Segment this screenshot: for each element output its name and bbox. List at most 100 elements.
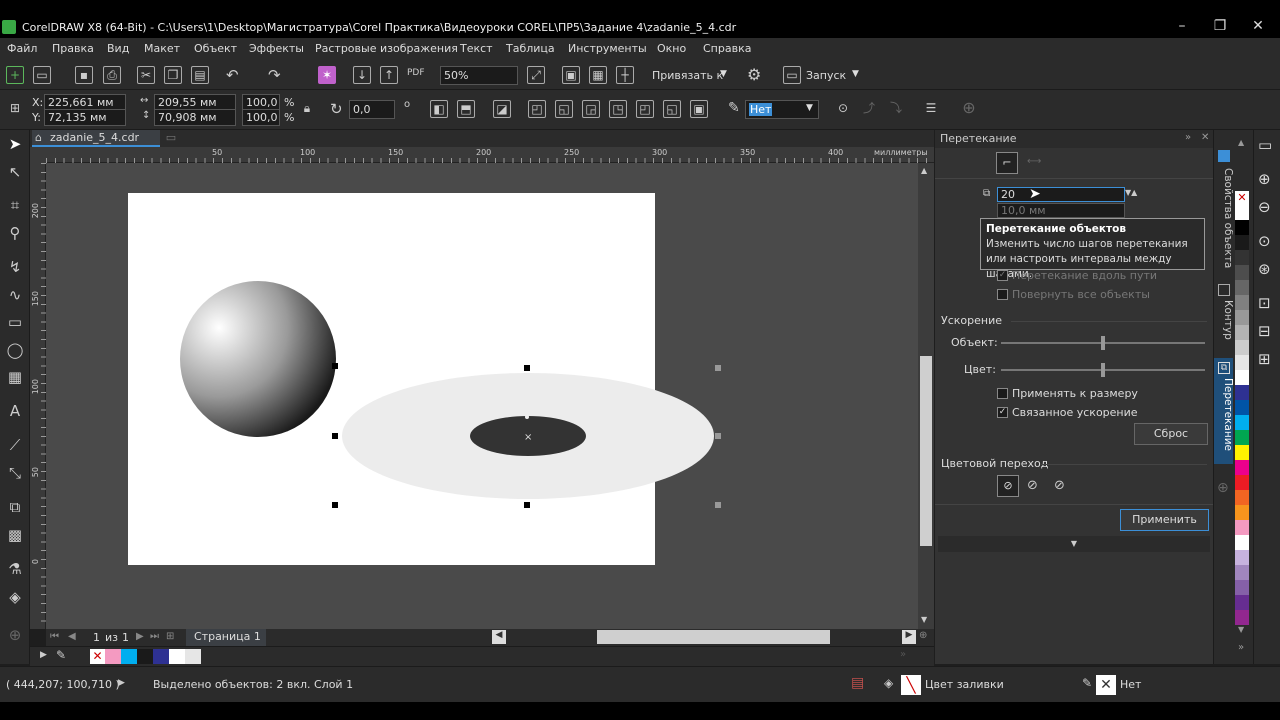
vertical-ruler[interactable]: 200 150 100 50 0 [30,163,46,629]
palette-swatch[interactable] [1235,205,1249,220]
no-color-swatch[interactable]: ✕ [90,649,105,664]
scroll-left-icon[interactable]: ◀ [492,630,506,644]
ellipse-tool-icon[interactable]: ◯ [5,340,25,360]
tab-document[interactable]: ⌂ zadanie_5_4.cdr [32,130,160,147]
menu-bitmaps[interactable]: Растровые изображения [315,42,458,55]
page-tab[interactable]: Страница 1 [186,629,266,646]
menu-file[interactable]: Файл [7,42,37,55]
wrap-text-icon[interactable]: ⊙ [834,100,852,118]
connector-tool-icon[interactable]: ⤡ [5,463,25,483]
selection-handle[interactable] [332,502,338,508]
docker-close-icon[interactable]: ✕ [1201,132,1209,143]
y-position-field[interactable]: 72,135 мм [44,109,126,126]
linked-accel-checkbox[interactable]: ✓ [997,407,1008,418]
new-tab-icon[interactable]: ▭ [164,131,178,145]
launch-chevron-down-icon[interactable]: ▼ [852,69,859,79]
last-page-icon[interactable]: ⏭ [150,631,159,642]
tab-outline[interactable]: Контур [1214,300,1234,340]
menu-effects[interactable]: Эффекты [249,42,304,55]
blend-control-handle[interactable] [525,415,529,419]
intersect-icon[interactable]: ◲ [582,100,600,118]
export-icon[interactable]: ↑ [380,66,398,84]
palette-swatch[interactable] [1235,310,1249,325]
transparency-tool-icon[interactable]: ▩ [5,525,25,545]
palette-swatch[interactable] [1235,385,1249,400]
undo-icon[interactable]: ↶ [226,66,239,84]
palette-swatch[interactable] [1235,355,1249,370]
palette-swatch[interactable] [1235,235,1249,250]
scale-y-field[interactable]: 100,0 [242,109,280,126]
text-tool-icon[interactable]: A [5,401,25,421]
to-front-icon[interactable]: ⤴ [860,100,878,118]
zoom-height-icon[interactable]: ⊞ [1258,350,1271,368]
add-docker-icon[interactable]: ⊕ [1217,480,1229,496]
apply-to-size-checkbox[interactable] [997,388,1008,399]
counterclockwise-blend-icon[interactable]: ⊘ [1054,478,1065,493]
selection-handle[interactable] [715,433,721,439]
show-guides-icon[interactable]: ┼ [616,66,634,84]
create-boundary-icon[interactable]: ▣ [690,100,708,118]
reset-button[interactable]: Сброс [1134,423,1208,445]
fill-color-swatch[interactable]: ╲ [901,675,921,695]
rotation-angle-field[interactable]: 0,0 [349,100,395,119]
document-palette-swatch[interactable] [105,649,121,664]
palette-down-icon[interactable]: ▼ [1238,625,1244,634]
open-icon[interactable]: ▭ [33,66,51,84]
maximize-button[interactable]: ❐ [1208,18,1232,36]
snap-to-dropdown[interactable]: Привязать к [652,69,723,82]
rotate-all-checkbox[interactable] [997,289,1008,300]
new-document-icon[interactable]: + [6,66,24,84]
horizontal-scroll-thumb[interactable] [597,630,830,644]
launch-dropdown[interactable]: Запуск [806,69,846,82]
save-icon[interactable]: ▪ [75,66,93,84]
zoom-width-icon[interactable]: ⊟ [1258,322,1271,340]
palette-swatch[interactable] [1235,490,1249,505]
close-button[interactable]: ✕ [1246,18,1270,36]
document-palette-swatch[interactable] [169,649,185,664]
minimize-button[interactable]: – [1170,18,1194,36]
palette-swatch[interactable] [1235,505,1249,520]
palette-swatch[interactable] [1235,250,1249,265]
blend-along-path-checkbox[interactable]: ✓ [997,270,1008,281]
next-page-icon[interactable]: ▶ [136,631,144,642]
first-page-icon[interactable]: ⏮ [50,631,59,642]
document-palette-swatch[interactable] [137,649,153,664]
redo-icon[interactable]: ↷ [268,66,281,84]
object-accel-slider[interactable] [1001,336,1205,350]
artistic-media-tool-icon[interactable]: ∿ [5,285,25,305]
combine-icon[interactable]: ◪ [493,100,511,118]
horizontal-ruler[interactable]: 50 100 150 200 250 300 350 400 миллиметр… [46,147,934,163]
selection-handle[interactable] [524,502,530,508]
selection-handle[interactable] [332,363,338,369]
menu-edit[interactable]: Правка [52,42,94,55]
blend-steps-field[interactable]: 20 [997,187,1125,202]
polygon-tool-icon[interactable]: ▦ [5,367,25,387]
snap-chevron-down-icon[interactable]: ▼ [720,69,727,79]
publish-pdf-icon[interactable]: PDF [407,68,425,78]
zoom-all-icon[interactable]: ⊛ [1258,260,1271,278]
print-icon[interactable]: ⎙ [103,66,121,84]
align-distribute-icon[interactable]: ☰ [922,100,940,118]
clockwise-blend-icon[interactable]: ⊘ [1027,478,1038,493]
palette-swatch[interactable] [1235,265,1249,280]
copy-icon[interactable]: ❐ [164,66,182,84]
docker-pin-icon[interactable]: » [1185,132,1191,143]
height-field[interactable]: 70,908 мм [154,109,236,126]
palette-swatch[interactable] [1235,340,1249,355]
palette-swatch[interactable] [1235,520,1249,535]
paste-icon[interactable]: ▤ [191,66,209,84]
eyedropper-icon[interactable]: ✎ [56,648,66,662]
palette-swatch[interactable] [1235,280,1249,295]
parallel-dimension-tool-icon[interactable]: ⟋ [5,435,25,455]
show-grid-icon[interactable]: ▦ [589,66,607,84]
direct-blend-icon[interactable]: ⊘ [997,475,1019,497]
selection-handle[interactable] [332,433,338,439]
document-palette-swatch[interactable] [153,649,169,664]
scroll-down-icon[interactable]: ▼ [921,615,927,624]
prev-page-icon[interactable]: ◀ [68,631,76,642]
palette-swatch[interactable] [1235,220,1249,235]
zoom-in-icon[interactable]: ⊕ [1258,170,1271,188]
drawing-canvas[interactable]: × [46,163,918,629]
no-fill-swatch[interactable]: ✕ [1235,191,1249,205]
menu-text[interactable]: Текст [460,42,493,55]
